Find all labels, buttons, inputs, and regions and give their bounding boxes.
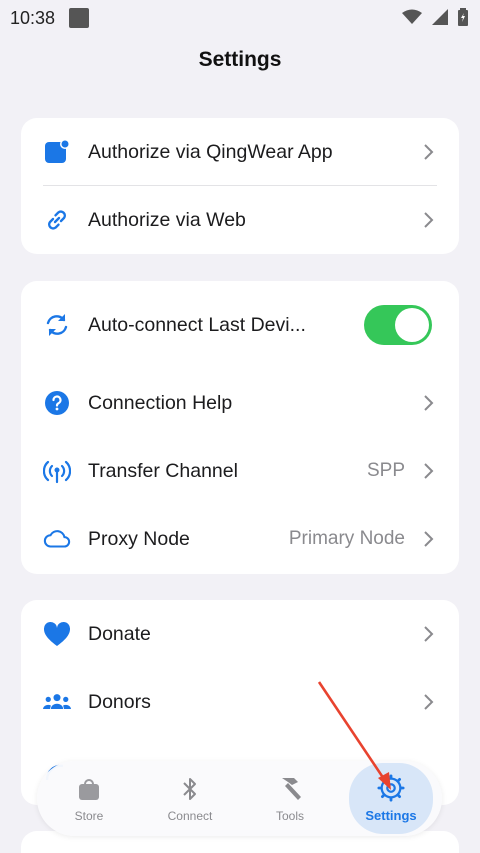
authorize-web-row[interactable]: Authorize via Web (21, 186, 459, 254)
heart-icon (43, 620, 71, 648)
chevron-right-icon (424, 694, 434, 710)
tab-connect[interactable]: Connect (140, 761, 240, 836)
hammer-icon (276, 775, 304, 803)
status-icons (402, 8, 468, 26)
tab-label: Settings (365, 808, 417, 823)
cloud-icon (43, 525, 71, 553)
bag-icon (75, 775, 103, 803)
qingwear-app-icon (43, 138, 71, 166)
row-label: Auto-connect Last Devi... (88, 313, 306, 336)
link-icon (43, 206, 71, 234)
chevron-right-icon (424, 144, 434, 160)
tab-label: Store (74, 808, 104, 823)
transfer-channel-row[interactable]: Transfer Channel SPP (21, 437, 459, 505)
connection-help-row[interactable]: Connection Help (21, 369, 459, 437)
signal-icon (432, 9, 448, 25)
group-icon (43, 688, 71, 716)
row-label: Connection Help (88, 391, 233, 414)
sync-icon (43, 311, 71, 339)
proxy-node-value: Primary Node (288, 528, 405, 549)
chevron-right-icon (424, 463, 434, 479)
gear-icon (377, 774, 405, 802)
authorization-card: Authorize via QingWear App Authorize via… (21, 118, 459, 254)
auto-connect-toggle[interactable] (364, 305, 432, 345)
row-label: Proxy Node (88, 527, 190, 550)
battery-icon (458, 8, 468, 26)
tab-settings[interactable]: Settings (349, 763, 433, 834)
row-label: Donate (88, 622, 151, 645)
bluetooth-icon (176, 775, 204, 803)
donors-row[interactable]: Donors (21, 668, 459, 736)
connection-card: Auto-connect Last Devi... Connection Hel… (21, 281, 459, 574)
authorize-qingwear-row[interactable]: Authorize via QingWear App (21, 118, 459, 186)
auto-connect-row: Auto-connect Last Devi... (21, 291, 459, 359)
chevron-right-icon (424, 531, 434, 547)
tab-store[interactable]: Store (39, 761, 139, 836)
notification-icon (69, 8, 90, 28)
antenna-icon (43, 457, 71, 485)
bottom-tab-bar: Store Connect Tools Settings (37, 761, 442, 836)
status-bar: 10:38 (0, 0, 480, 36)
tab-label: Connect (167, 808, 213, 823)
transfer-channel-value: SPP (366, 460, 405, 481)
row-label: Transfer Channel (88, 459, 238, 482)
row-label: Authorize via QingWear App (88, 140, 333, 163)
status-time: 10:38 (10, 7, 56, 28)
tab-tools[interactable]: Tools (240, 761, 340, 836)
row-label: Donors (88, 690, 151, 713)
page-title: Settings (198, 48, 282, 71)
chevron-right-icon (424, 212, 434, 228)
chevron-right-icon (424, 395, 434, 411)
chevron-right-icon (424, 626, 434, 642)
tab-label: Tools (275, 808, 304, 823)
toggle-knob (395, 308, 429, 342)
help-icon (43, 389, 71, 417)
donate-row[interactable]: Donate (21, 600, 459, 668)
row-label: Authorize via Web (88, 208, 246, 231)
wifi-icon (402, 9, 422, 24)
proxy-node-row[interactable]: Proxy Node Primary Node (21, 505, 459, 573)
